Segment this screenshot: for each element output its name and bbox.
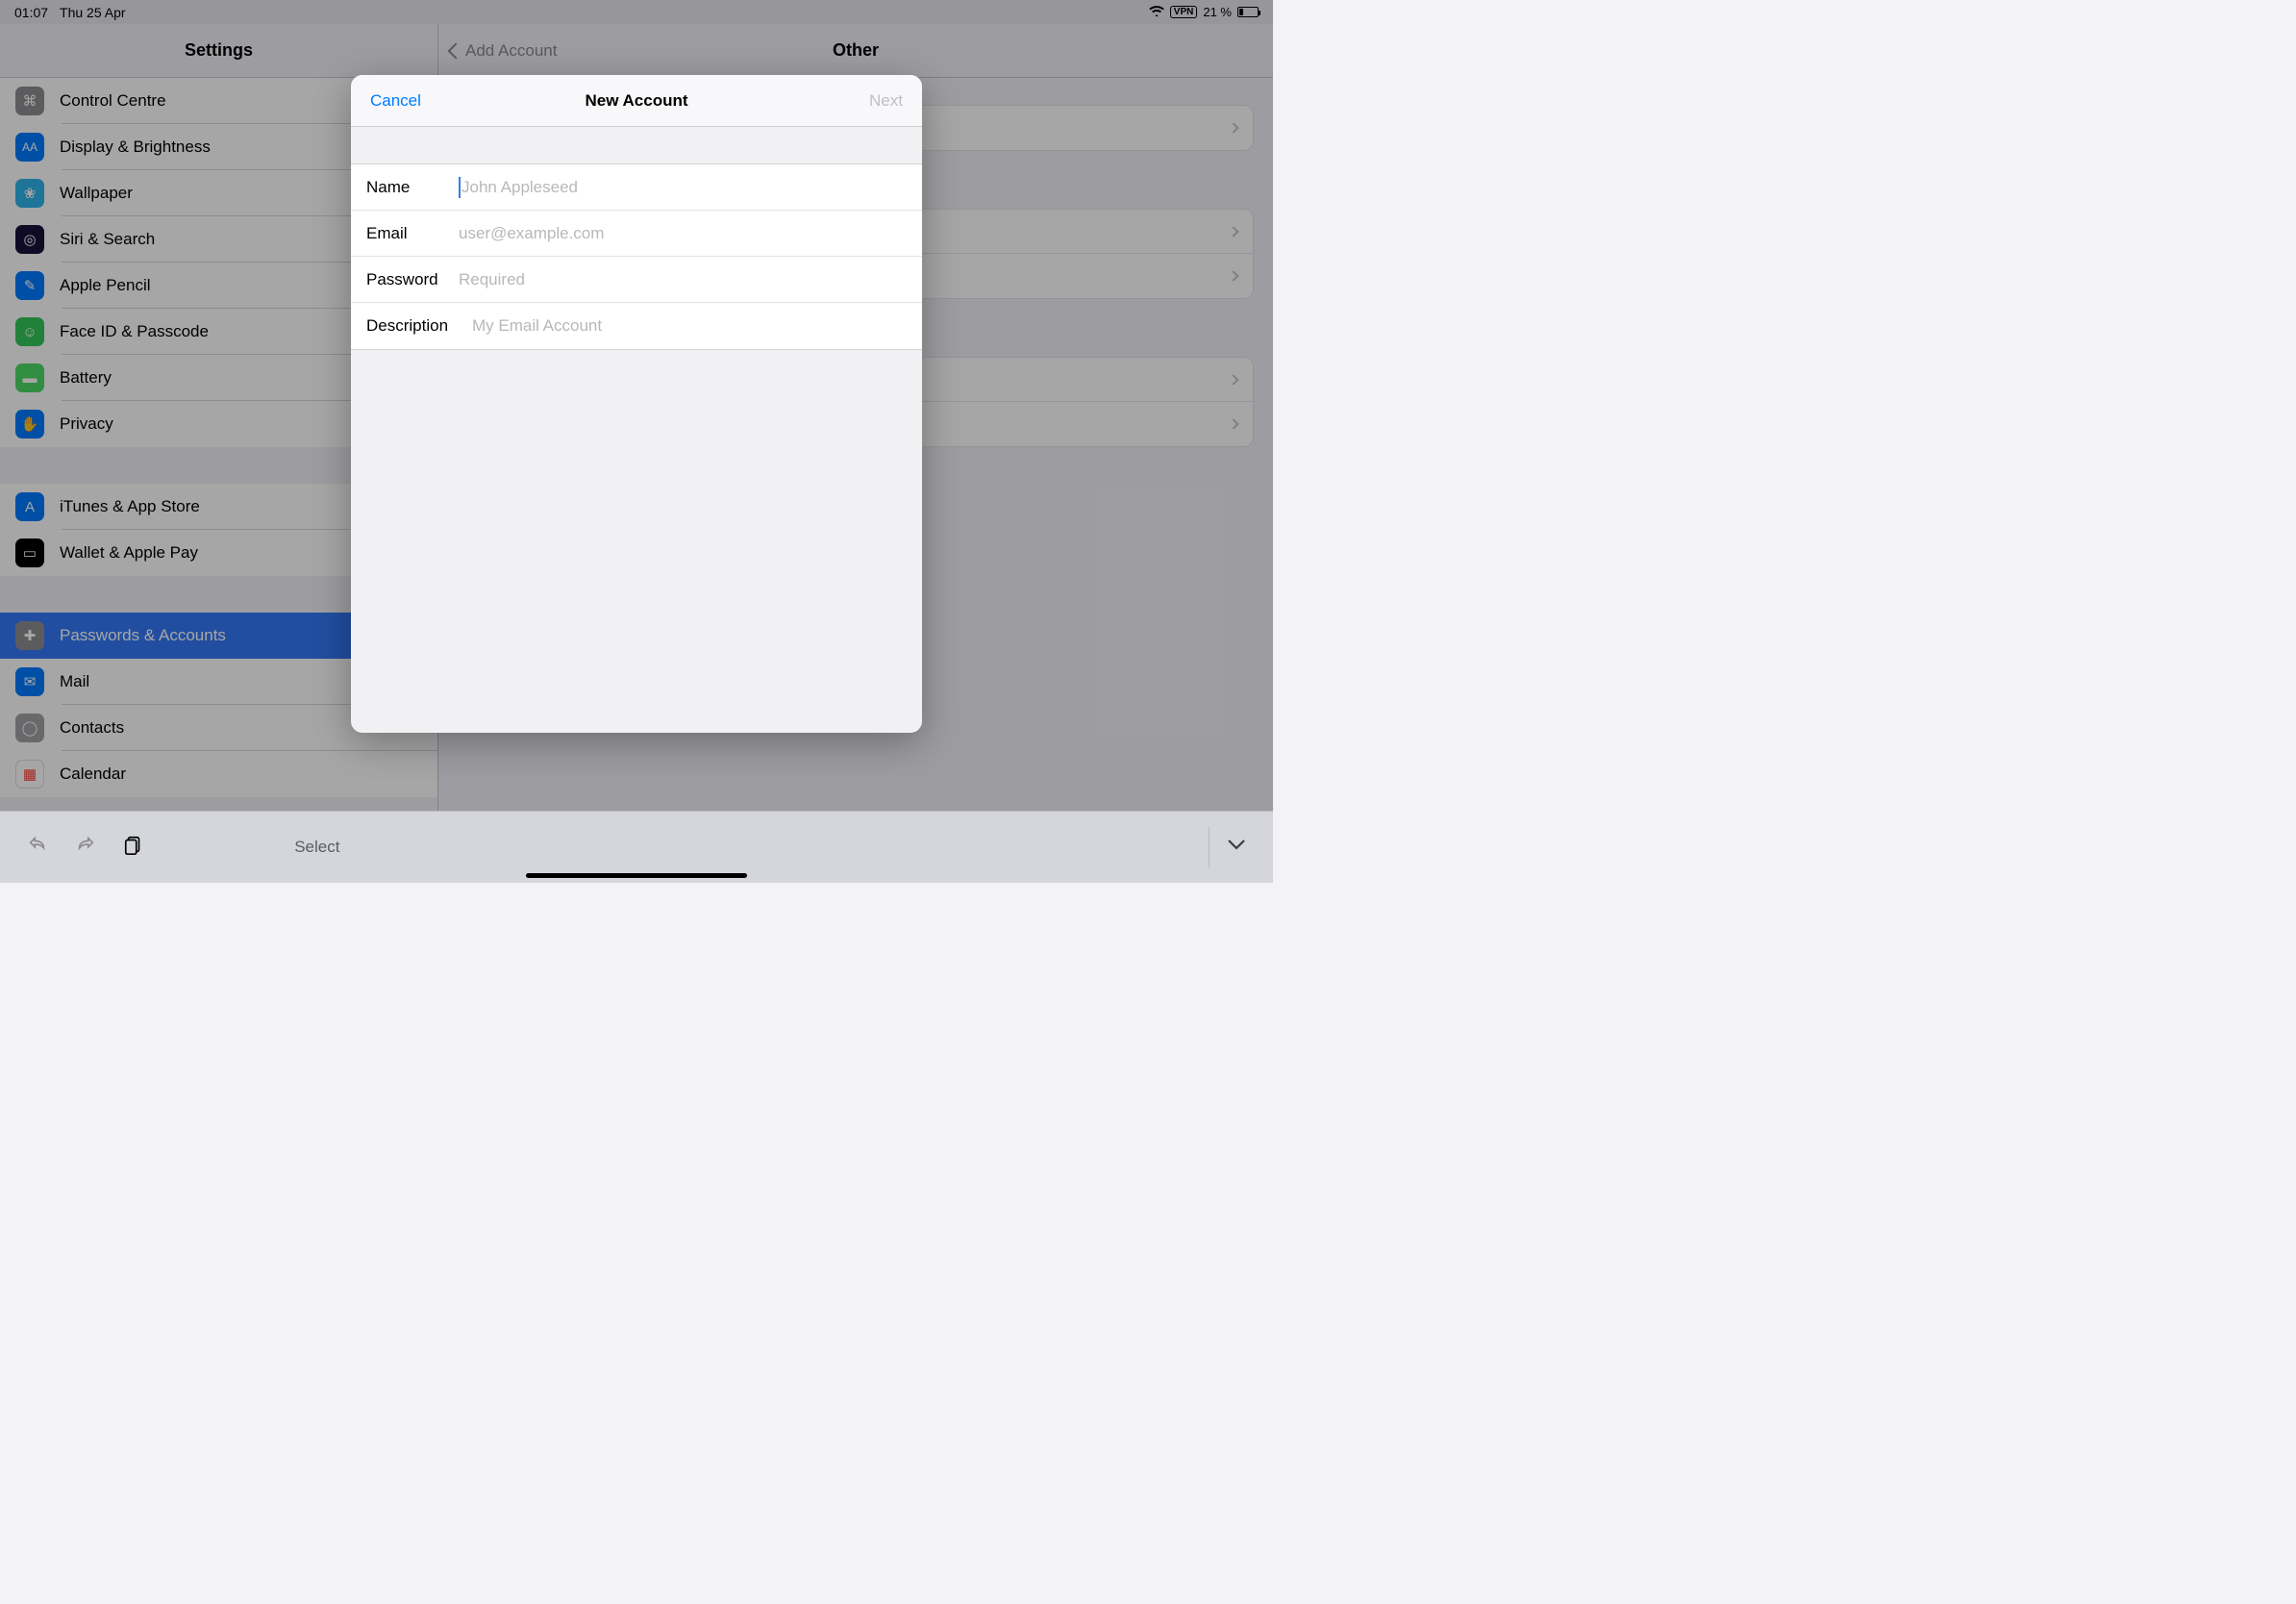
clipboard-icon[interactable] (123, 835, 144, 861)
password-label: Password (366, 270, 459, 289)
email-field[interactable] (459, 224, 907, 243)
suggestion-slot-1[interactable] (490, 838, 836, 857)
modal-title: New Account (351, 91, 922, 111)
undo-icon[interactable] (27, 835, 48, 861)
dismiss-keyboard-icon[interactable] (1227, 838, 1246, 857)
text-cursor (459, 177, 461, 198)
email-label: Email (366, 224, 459, 243)
select-button[interactable]: Select (144, 838, 490, 857)
separator (1209, 827, 1210, 867)
redo-icon[interactable] (75, 835, 96, 861)
description-field[interactable] (472, 316, 907, 336)
cancel-button[interactable]: Cancel (370, 91, 421, 111)
name-label: Name (366, 178, 459, 197)
new-account-modal: Cancel New Account Next Name Email Passw… (351, 75, 922, 733)
next-button[interactable]: Next (869, 91, 903, 111)
password-field[interactable] (459, 270, 907, 289)
suggestion-slot-2[interactable] (836, 838, 1182, 857)
keyboard-accessory-bar: Select (0, 811, 1273, 883)
name-field[interactable] (462, 178, 907, 197)
home-indicator (526, 873, 747, 878)
new-account-form: Name Email Password Description (351, 163, 922, 350)
description-label: Description (366, 316, 472, 336)
